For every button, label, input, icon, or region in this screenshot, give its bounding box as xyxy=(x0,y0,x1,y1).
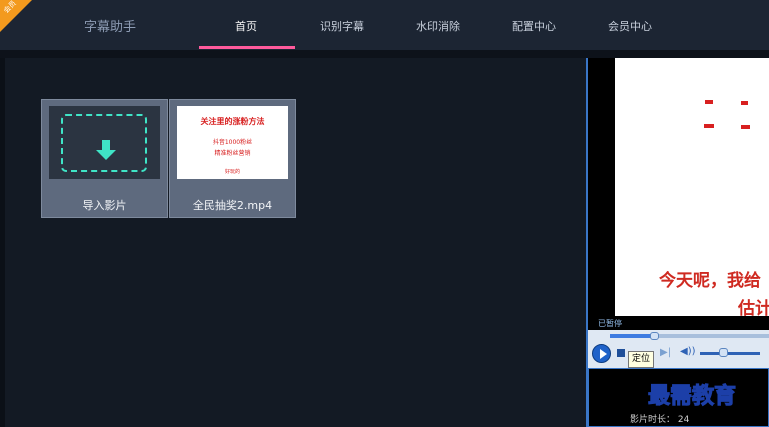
video-file-card[interactable]: 关注里的涨粉方法 抖音1000粉丝 精准粉丝营销 好玩的 全民抽奖2.mp4 xyxy=(169,99,296,218)
thumbnail-line-3: 好玩的 xyxy=(224,169,240,175)
video-subtitle-line-1: 今天呢，我给 xyxy=(659,271,761,291)
nav-tab-watermark-removal[interactable]: 水印消除 xyxy=(393,18,483,34)
import-card-preview xyxy=(49,106,160,179)
video-duration: 影片时长： 24 xyxy=(630,412,689,425)
nav-tab-member-center[interactable]: 会员中心 xyxy=(585,18,675,34)
volume-slider[interactable] xyxy=(700,352,760,355)
playback-status: 已暂停 xyxy=(598,319,622,328)
play-button[interactable] xyxy=(592,344,611,363)
play-icon xyxy=(600,349,607,359)
volume-handle[interactable] xyxy=(719,348,728,357)
folder-download-icon xyxy=(61,114,147,172)
download-arrow-stem xyxy=(102,140,110,150)
nav-tab-recognize-subtitles[interactable]: 识别字幕 xyxy=(297,18,387,34)
app-title: 字幕助手 xyxy=(84,20,137,35)
video-thumbnail: 关注里的涨粉方法 抖音1000粉丝 精准粉丝营销 好玩的 xyxy=(177,106,288,179)
video-red-mark xyxy=(704,124,714,128)
nav-tab-config-center[interactable]: 配置中心 xyxy=(489,18,579,34)
active-tab-indicator xyxy=(199,46,295,49)
duration-label: 影片时长： xyxy=(630,415,676,425)
volume-icon[interactable]: ◀)) xyxy=(680,346,696,357)
next-frame-icon[interactable]: ▶| xyxy=(660,347,671,358)
video-red-mark xyxy=(705,100,713,104)
thumbnail-line-1: 抖音1000粉丝 xyxy=(212,139,253,146)
video-red-mark xyxy=(741,101,748,105)
import-video-card[interactable]: 导入影片 xyxy=(41,99,168,218)
seek-progress xyxy=(610,334,652,338)
import-video-label: 导入影片 xyxy=(82,199,127,212)
stop-button[interactable] xyxy=(617,349,625,357)
video-subtitle-line-2: 估计 xyxy=(738,299,769,319)
video-file-name: 全民抽奖2.mp4 xyxy=(192,199,273,212)
locate-tooltip: 定位 xyxy=(628,351,655,368)
watermark-text: 最需教育 xyxy=(647,383,737,410)
seek-handle[interactable] xyxy=(650,332,659,340)
duration-value: 24 xyxy=(677,415,690,425)
download-arrow-head xyxy=(96,150,116,160)
nav-tab-home[interactable]: 首页 xyxy=(201,18,291,34)
nav-divider xyxy=(0,50,769,58)
video-red-mark xyxy=(741,125,750,129)
thumbnail-title: 关注里的涨粉方法 xyxy=(200,116,265,126)
thumbnail-line-2: 精准粉丝营销 xyxy=(214,150,251,157)
left-edge-strip xyxy=(0,58,5,427)
